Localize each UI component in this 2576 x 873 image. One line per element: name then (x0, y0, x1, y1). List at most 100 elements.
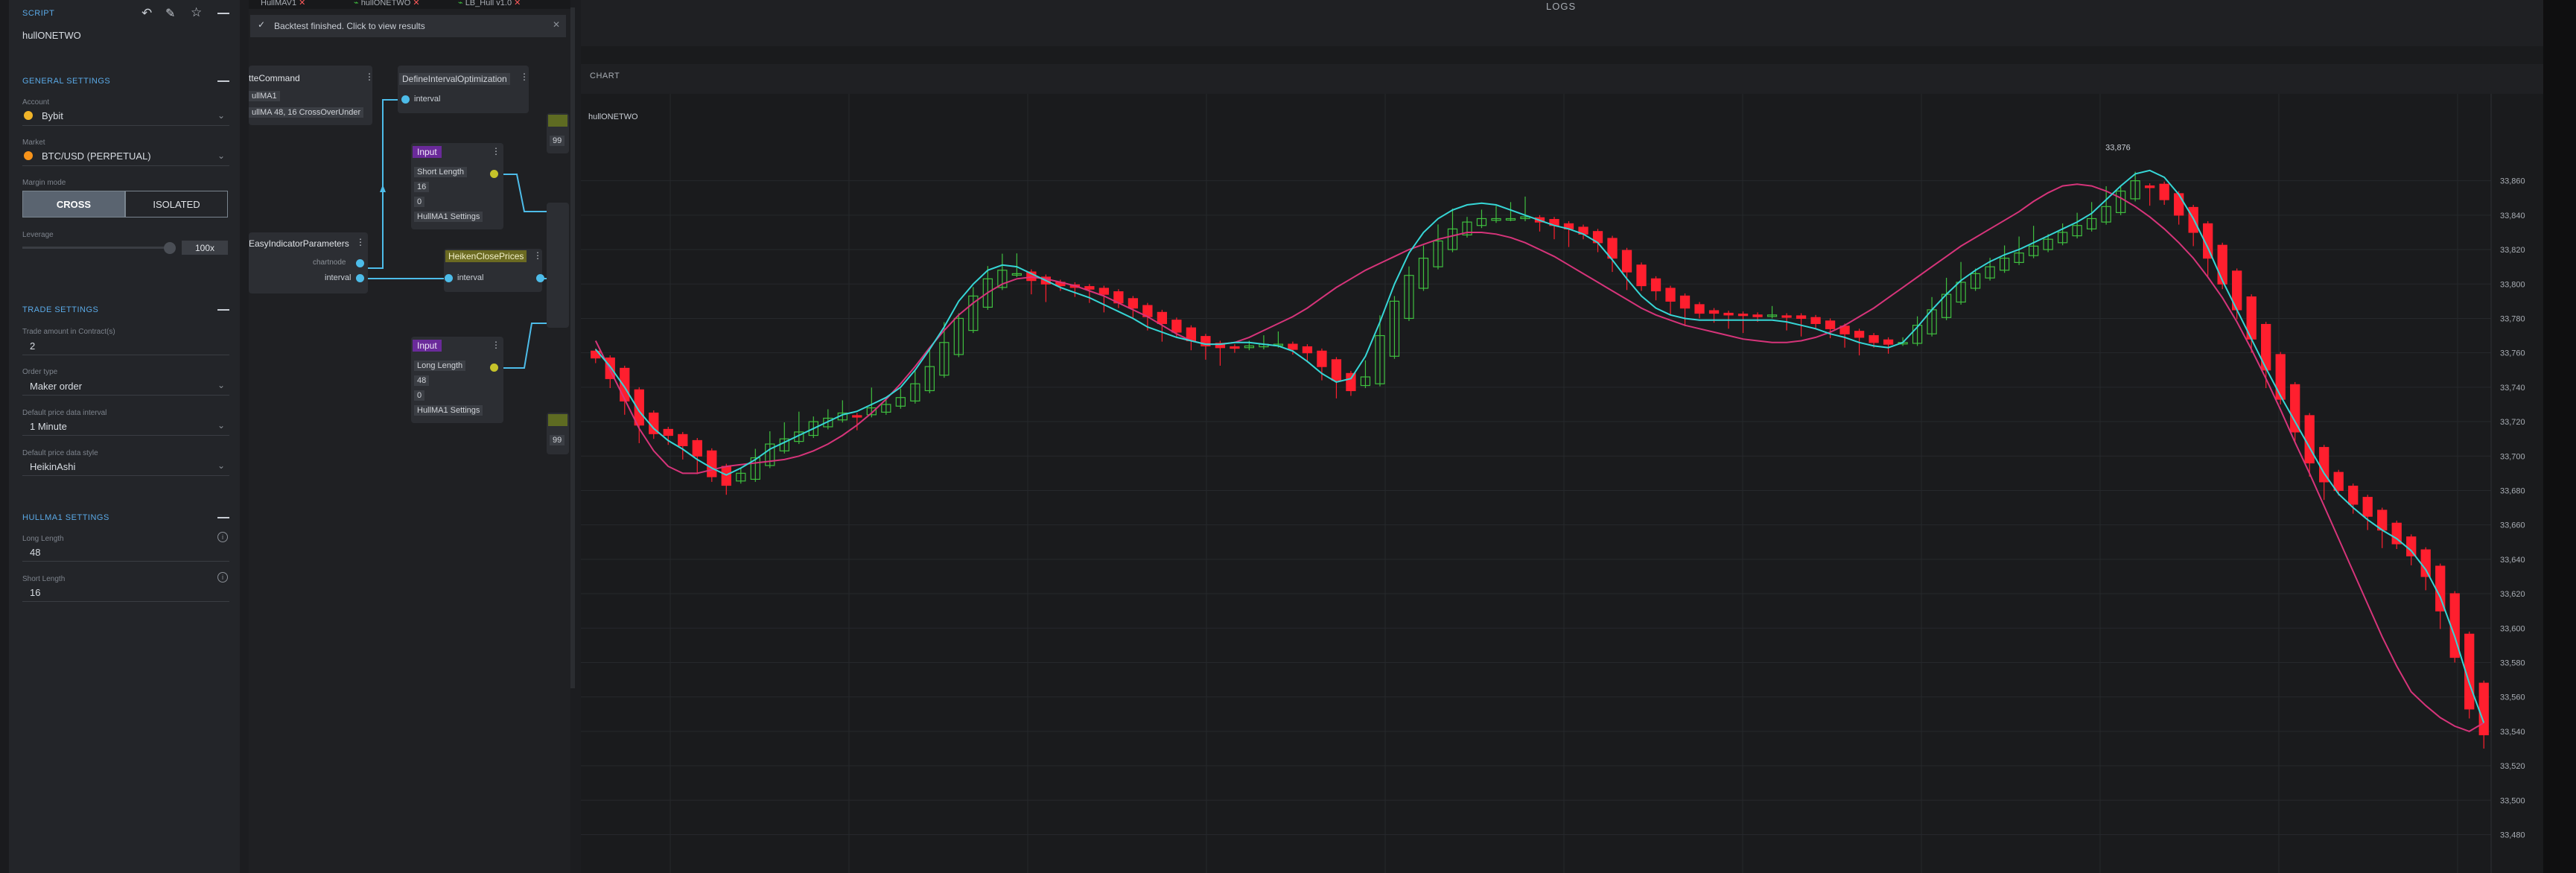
easy-indicator-title: EasyIndicatorParameters (249, 238, 349, 249)
chevron-down-icon[interactable]: ⌄ (217, 420, 225, 431)
candlestick-chart[interactable]: 33,860 33,840 33,820 33,800 33,780 33,760 33,7… (581, 94, 2543, 873)
collapse-trade-icon[interactable] (217, 309, 229, 311)
leverage-slider-track[interactable] (22, 247, 171, 249)
chevron-down-icon[interactable]: ⌄ (217, 460, 225, 471)
y-tick-label: 33,660 (2500, 521, 2525, 530)
node-menu-icon[interactable]: ⋮ (492, 340, 500, 350)
input-min[interactable]: 0 (414, 390, 425, 401)
undo-icon[interactable]: ↶ (141, 6, 152, 21)
y-tick-label: 33,580 (2500, 658, 2525, 667)
chart-title: CHART (590, 72, 620, 80)
margin-mode-label: Margin mode (22, 179, 66, 187)
script-icon: ⌁ (354, 0, 359, 7)
high-price-label: 33,876 (2105, 144, 2131, 153)
candle-body (1317, 350, 1327, 367)
close-icon[interactable]: ✕ (514, 0, 521, 7)
leverage-label: Leverage (22, 231, 54, 239)
info-icon[interactable]: i (217, 532, 228, 542)
y-tick-label: 33,840 (2500, 212, 2525, 220)
candle-body (1825, 320, 1836, 329)
tab-hullonetwo[interactable]: ⌁ hullONETWO ✕ (354, 0, 420, 7)
leverage-input[interactable]: 100x (182, 241, 228, 255)
command-param[interactable]: ullMA1 (249, 91, 280, 101)
command-param[interactable]: ullMA 48, 16 CrossOverUnder (249, 107, 364, 118)
output-port[interactable] (490, 364, 498, 372)
candle-body (2362, 497, 2373, 517)
candle-body (1679, 295, 1691, 309)
short-length-input[interactable]: 16 (30, 587, 40, 598)
account-label: Account (22, 98, 50, 107)
candle-body (620, 367, 630, 401)
partial-node-value: 99 (550, 136, 565, 146)
notification-text: Backtest finished. Click to view results (274, 21, 425, 31)
tab-label: HullMAV1 (261, 0, 297, 7)
chart-script-name: hullONETWO (588, 112, 638, 121)
candle-body (1737, 314, 1749, 317)
output-port[interactable] (536, 274, 544, 282)
collapse-hullma-icon[interactable] (217, 517, 229, 518)
left-strip (0, 0, 9, 873)
interval-port[interactable] (401, 95, 410, 104)
partial-node[interactable] (547, 203, 569, 328)
candle-body (1883, 339, 1894, 345)
port-label: interval (457, 273, 484, 282)
divider (22, 601, 229, 602)
trade-amount-input[interactable]: 2 (30, 340, 35, 352)
candle-body (678, 434, 688, 446)
input-value[interactable]: 48 (414, 375, 430, 386)
logs-title: LOGS (1546, 1, 1577, 12)
y-tick-label: 33,820 (2500, 246, 2525, 255)
long-length-input[interactable]: 48 (30, 547, 40, 558)
cross-margin-button[interactable]: CROSS (22, 191, 125, 218)
node-menu-icon[interactable]: ⋮ (356, 237, 365, 247)
node-scrollbar[interactable] (570, 7, 575, 688)
input-group[interactable]: HullMA1 Settings (414, 405, 483, 416)
edit-icon[interactable]: ✎ (165, 6, 175, 21)
input-name[interactable]: Short Length (414, 167, 467, 177)
input-min[interactable]: 0 (414, 197, 425, 207)
star-icon[interactable]: ☆ (191, 5, 202, 20)
input-group[interactable]: HullMA1 Settings (414, 212, 483, 222)
y-tick-label: 33,600 (2500, 624, 2525, 633)
chartnode-port[interactable] (356, 259, 364, 267)
hull-fast-line (595, 169, 2485, 723)
price-style-label: Default price data style (22, 449, 98, 457)
collapse-script-icon[interactable] (217, 13, 229, 14)
info-icon[interactable]: i (217, 572, 228, 582)
node-menu-icon[interactable]: ⋮ (365, 72, 374, 82)
interval-port[interactable] (356, 274, 364, 282)
candle-body (1650, 278, 1661, 292)
candle-body (721, 466, 731, 486)
chevron-down-icon[interactable]: ⌄ (217, 380, 225, 390)
chart-header (581, 64, 2543, 94)
market-select[interactable]: BTC/USD (PERPETUAL) (42, 150, 151, 162)
chevron-down-icon[interactable]: ⌄ (217, 110, 225, 121)
close-icon[interactable]: ✕ (413, 0, 419, 7)
node-menu-icon[interactable]: ⋮ (533, 250, 542, 261)
node-menu-icon[interactable]: ⋮ (520, 72, 529, 82)
price-style-select[interactable]: HeikinAshi (30, 461, 75, 472)
trade-settings-title: TRADE SETTINGS (22, 305, 99, 314)
candle-body (707, 450, 717, 477)
tab-lb-hull[interactable]: ⌁ LB_Hull v1.0 ✕ (458, 0, 521, 7)
tab-hullmav1[interactable]: HullMAV1 ✕ (261, 0, 305, 7)
output-port[interactable] (490, 170, 498, 178)
y-tick-label: 33,740 (2500, 384, 2525, 393)
price-interval-select[interactable]: 1 Minute (30, 421, 67, 432)
chevron-down-icon[interactable]: ⌄ (217, 150, 225, 161)
collapse-general-icon[interactable] (217, 80, 229, 82)
node-menu-icon[interactable]: ⋮ (492, 146, 500, 156)
isolated-margin-button[interactable]: ISOLATED (125, 191, 228, 218)
candle-body (1084, 286, 1095, 290)
close-icon[interactable]: ✕ (299, 0, 305, 7)
input-name[interactable]: Long Length (414, 361, 466, 371)
leverage-slider-handle[interactable] (164, 242, 176, 254)
script-section-label: SCRIPT (22, 9, 55, 18)
interval-port[interactable] (445, 274, 453, 282)
y-tick-label: 33,640 (2500, 556, 2525, 565)
close-icon[interactable]: ✕ (553, 19, 560, 30)
input-value[interactable]: 16 (414, 182, 430, 192)
background-window (2543, 0, 2576, 873)
account-select[interactable]: Bybit (42, 110, 63, 121)
order-type-select[interactable]: Maker order (30, 381, 82, 392)
